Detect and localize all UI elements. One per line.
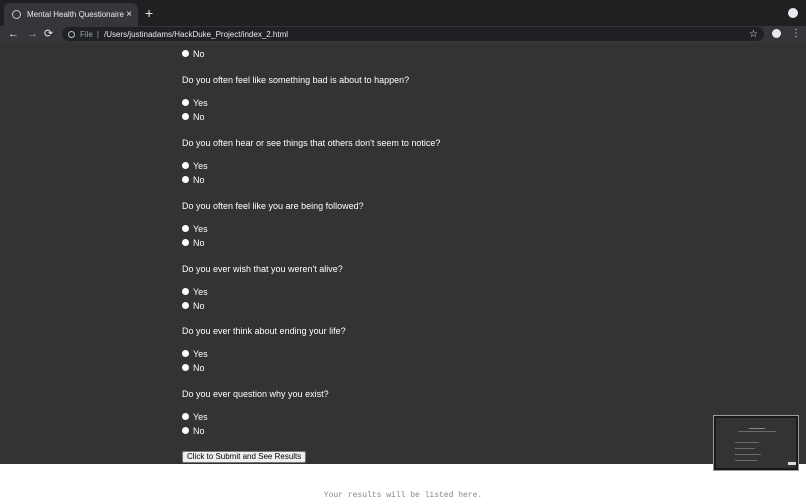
tab-strip: Mental Health Questionaire × + [0,0,806,26]
radio-button[interactable] [182,176,189,183]
radio-button[interactable] [182,288,189,295]
menu-icon[interactable]: ⋮ [791,28,801,39]
results-text: Your results will be listed here. [323,491,483,500]
radio-button[interactable] [182,99,189,106]
option-label: No [193,237,205,248]
forward-button[interactable]: → [27,27,38,41]
tab-title: Mental Health Questionaire [27,10,124,19]
q5-no-option[interactable]: No [182,361,205,374]
reload-button[interactable]: ⟳ [44,27,53,41]
new-tab-button[interactable]: + [145,6,153,20]
browser-toolbar: ← → ⟳ File | /Users/justinadams/HackDuke… [0,26,806,43]
submit-button[interactable]: Click to Submit and See Results [182,451,307,463]
option-label: No [193,300,205,311]
questionnaire-panel: No Do you often feel like something bad … [0,43,806,464]
address-bar[interactable]: File | /Users/justinadams/HackDuke_Proje… [62,27,764,41]
tab-search-icon[interactable] [788,8,798,18]
option-label: No [193,362,205,373]
option-label: Yes [193,286,208,297]
option-label: No [193,48,205,59]
radio-button[interactable] [182,427,189,434]
back-button[interactable]: ← [8,27,19,41]
close-icon[interactable]: × [126,9,132,20]
option-label: Yes [193,223,208,234]
q2-no-option[interactable]: No [182,173,205,186]
radio-button[interactable] [182,239,189,246]
option-label: Yes [193,97,208,108]
option-label: Yes [193,411,208,422]
radio-button[interactable] [182,162,189,169]
radio-button[interactable] [182,50,189,57]
question-3: Do you often feel like you are being fol… [182,201,364,211]
bookmark-star-icon[interactable]: ☆ [749,29,758,40]
radio-button[interactable] [182,302,189,309]
radio-button[interactable] [182,364,189,371]
q4-yes-option[interactable]: Yes [182,285,208,298]
page-thumbnail-preview[interactable] [714,416,798,470]
q6-yes-option[interactable]: Yes [182,410,208,423]
option-label: No [193,174,205,185]
q3-yes-option[interactable]: Yes [182,222,208,235]
tab-mental-health[interactable]: Mental Health Questionaire × [4,3,138,26]
q5-yes-option[interactable]: Yes [182,347,208,360]
page-content: No Do you often feel like something bad … [0,43,806,504]
q1-no-option[interactable]: No [182,110,205,123]
url-scheme: File [80,29,93,39]
url-text[interactable]: /Users/justinadams/HackDuke_Project/inde… [104,30,749,39]
globe-icon [12,10,21,19]
radio-button[interactable] [182,350,189,357]
top-no-option[interactable]: No [182,47,205,60]
q6-no-option[interactable]: No [182,424,205,437]
question-4: Do you ever wish that you weren't alive? [182,264,343,274]
q3-no-option[interactable]: No [182,236,205,249]
radio-button[interactable] [182,113,189,120]
q1-yes-option[interactable]: Yes [182,96,208,109]
option-label: Yes [193,348,208,359]
q2-yes-option[interactable]: Yes [182,159,208,172]
profile-icon[interactable] [772,29,781,38]
question-5: Do you ever think about ending your life… [182,326,346,336]
radio-button[interactable] [182,413,189,420]
option-label: No [193,425,205,436]
question-2: Do you often hear or see things that oth… [182,138,441,148]
option-label: Yes [193,160,208,171]
question-1: Do you often feel like something bad is … [182,75,410,85]
info-icon[interactable] [68,30,75,38]
question-6: Do you ever question why you exist? [182,389,329,399]
radio-button[interactable] [182,225,189,232]
url-separator: | [96,29,99,39]
q4-no-option[interactable]: No [182,299,205,312]
option-label: No [193,111,205,122]
